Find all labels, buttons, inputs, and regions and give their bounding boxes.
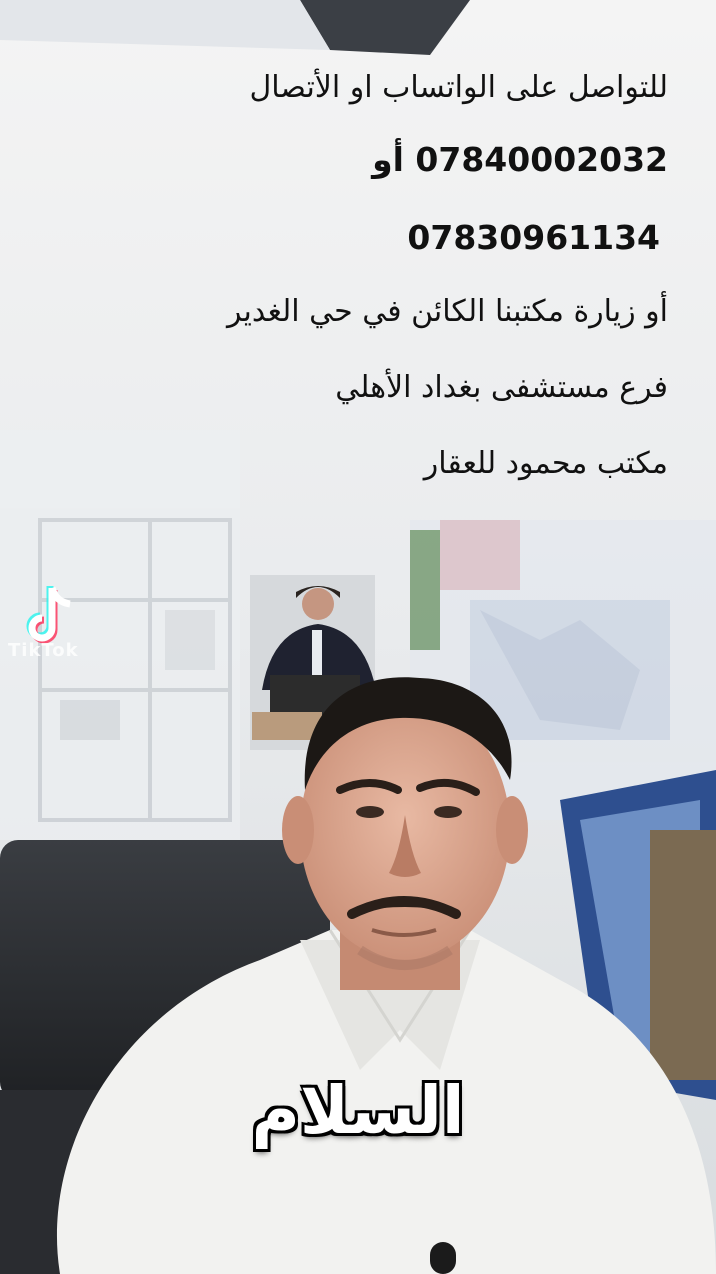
video-frame: TikTok للتواصل على الواتساب او الأتصال 0… <box>0 0 716 1274</box>
phone-number-2: 07830961134 <box>407 218 660 257</box>
tiktok-watermark-text: TikTok <box>8 640 79 661</box>
subtitle-caption: السلام <box>251 1072 465 1149</box>
phone-number-1: 07840002032 أو <box>372 140 668 179</box>
lapel-microphone <box>430 1242 456 1274</box>
branch-location: فرع مستشفى بغداد الأهلي <box>335 370 668 405</box>
office-name: مكتب محمود للعقار <box>423 446 668 481</box>
office-address: أو زيارة مكتبنا الكائن في حي الغدير <box>226 294 668 329</box>
contact-heading: للتواصل على الواتساب او الأتصال <box>249 70 668 105</box>
